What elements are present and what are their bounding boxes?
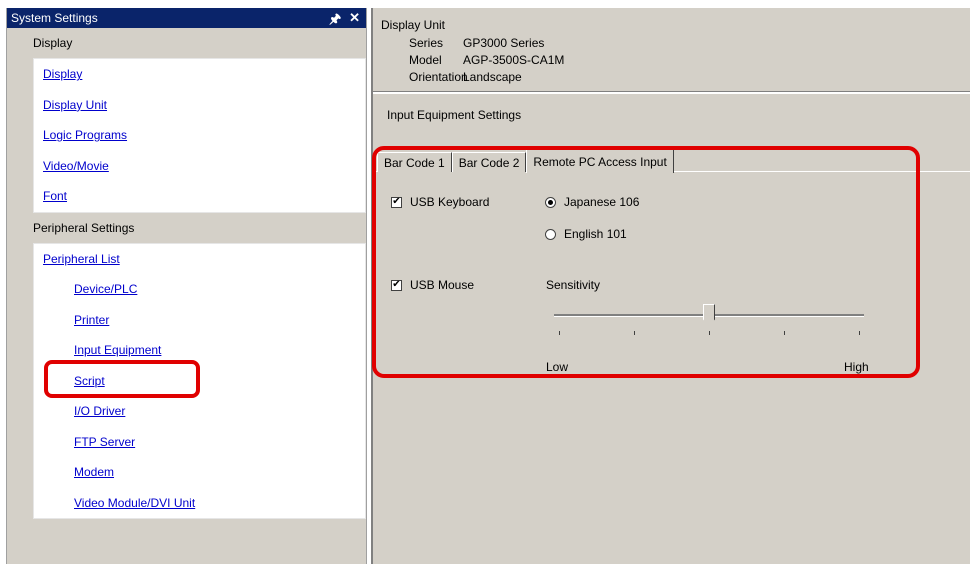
display-unit-title: Display Unit xyxy=(381,18,446,32)
link-modem[interactable]: Modem xyxy=(34,457,365,488)
series-value: GP3000 Series xyxy=(463,35,545,50)
link-io-driver[interactable]: I/O Driver xyxy=(34,396,365,427)
pane-title-bar: System Settings 🖈 ✕ xyxy=(7,8,366,28)
link-ftp-server[interactable]: FTP Server xyxy=(34,427,365,458)
link-peripheral-list[interactable]: Peripheral List xyxy=(34,244,365,275)
peripheral-section-header: Peripheral Settings xyxy=(33,220,135,235)
input-equipment-highlight xyxy=(44,360,200,398)
link-display-unit[interactable]: Display Unit xyxy=(34,90,365,121)
model-label: Model xyxy=(409,52,442,67)
link-video-module-dvi[interactable]: Video Module/DVI Unit xyxy=(34,488,365,519)
link-printer[interactable]: Printer xyxy=(34,305,365,336)
link-logic-programs[interactable]: Logic Programs xyxy=(34,120,365,151)
link-display[interactable]: Display xyxy=(34,59,365,90)
pin-icon[interactable]: 🖈 xyxy=(329,10,341,32)
link-video-movie[interactable]: Video/Movie xyxy=(34,151,365,182)
display-unit-info: Display Unit Series GP3000 Series Model AG… xyxy=(373,8,970,92)
close-icon[interactable]: ✕ xyxy=(349,10,360,32)
input-equipment-title: Input Equipment Settings xyxy=(387,108,522,122)
link-device-plc[interactable]: Device/PLC xyxy=(34,274,365,305)
remote-pc-access-highlight xyxy=(372,146,920,378)
series-label: Series xyxy=(409,35,444,50)
display-section-header: Display xyxy=(33,36,73,50)
display-links-box: Display Display Unit Logic Programs Vide… xyxy=(33,58,366,213)
pane-title: System Settings xyxy=(11,11,98,25)
orientation-label: Orientation xyxy=(409,69,468,84)
model-value: AGP-3500S-CA1M xyxy=(463,52,565,67)
system-settings-pane: System Settings 🖈 ✕ Display Display Disp… xyxy=(6,8,367,564)
link-font[interactable]: Font xyxy=(34,181,365,212)
orientation-value: Landscape xyxy=(463,69,522,84)
